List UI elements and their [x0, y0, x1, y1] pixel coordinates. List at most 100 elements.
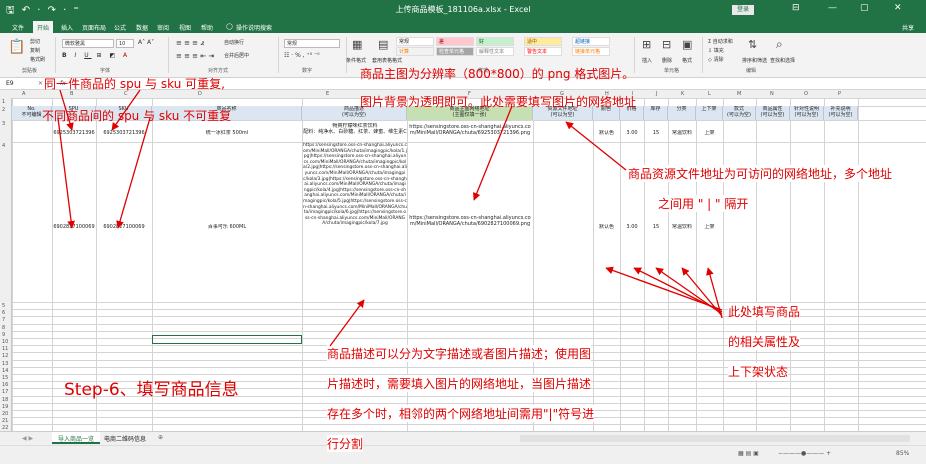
wrap-text-button[interactable]: 自动换行: [224, 39, 244, 46]
column-header-p[interactable]: P: [838, 91, 841, 97]
row-header[interactable]: 21: [2, 418, 8, 424]
minimize-button[interactable]: —: [828, 3, 837, 13]
cell-product-name[interactable]: 统一冰红茶 500ml: [152, 130, 302, 136]
name-box[interactable]: E9: [6, 80, 14, 87]
cell-image-url[interactable]: https://sensingstore.oss-cn-shanghai.ali…: [408, 215, 532, 227]
font-name-select[interactable]: 微软雅黑: [62, 39, 114, 48]
tab-data[interactable]: 数据: [136, 23, 148, 32]
format-painter-button[interactable]: 格式刷: [30, 56, 45, 63]
fill-button[interactable]: ⇩ 填充: [708, 47, 724, 54]
share-button[interactable]: 共享: [902, 23, 914, 32]
sheet-nav-icon[interactable]: ◀ ▶: [22, 435, 33, 442]
row-header[interactable]: 10: [2, 339, 8, 345]
row-header[interactable]: 15: [2, 375, 8, 381]
style-cell[interactable]: 链接单元格: [572, 47, 610, 56]
style-cell[interactable]: 检查单元格: [436, 47, 474, 56]
tab-page-layout[interactable]: 页面布局: [82, 23, 106, 32]
row-header[interactable]: 3: [2, 121, 5, 127]
row-header[interactable]: 1: [2, 99, 5, 105]
column-header-j[interactable]: J: [656, 91, 657, 97]
number-format-icons[interactable]: ☷ · % , ⁺⁰ ⁻⁰: [284, 52, 320, 59]
cell-sku[interactable]: 6902827100069: [96, 224, 152, 230]
cell-spu[interactable]: 6902827100069: [52, 224, 96, 230]
tell-me-search[interactable]: 操作说明搜索: [236, 23, 272, 32]
format-cells-icon[interactable]: ▣: [682, 38, 692, 51]
cell-category[interactable]: 常温饮料: [668, 130, 696, 136]
cell-price[interactable]: 3.00: [620, 130, 644, 136]
cell-stock[interactable]: 15: [644, 130, 668, 136]
column-header-o[interactable]: O: [804, 91, 808, 97]
cell-shelf[interactable]: 上架: [696, 130, 723, 136]
cell-color[interactable]: 默认色: [593, 224, 620, 230]
column-header-e[interactable]: E: [326, 91, 329, 97]
tab-insert[interactable]: 插入: [61, 23, 73, 32]
align-icons[interactable]: ≡ ≡ ≡ ⦨: [176, 39, 204, 48]
row-header[interactable]: 19: [2, 404, 8, 410]
conditional-format-icon[interactable]: ▦: [352, 38, 362, 51]
ribbon-display-icon[interactable]: ⊟: [792, 3, 800, 13]
close-button[interactable]: ✕: [894, 3, 902, 13]
maximize-button[interactable]: ▢: [860, 3, 869, 13]
row-header[interactable]: 5: [2, 303, 5, 309]
cell-shelf[interactable]: 上架: [696, 224, 723, 230]
find-select-button[interactable]: 查找和选择: [770, 57, 795, 64]
style-cell[interactable]: 警告文本: [524, 47, 562, 56]
merge-center-button[interactable]: 合并后居中: [224, 52, 249, 59]
row-header[interactable]: 12: [2, 353, 8, 359]
tab-review[interactable]: 审阅: [157, 23, 169, 32]
delete-cells-icon[interactable]: ⊟: [662, 38, 671, 51]
table-format-button[interactable]: 套用表格格式: [372, 57, 402, 64]
table-format-icon[interactable]: ▤: [378, 38, 388, 51]
cell-product-name[interactable]: 百事可乐 600ML: [152, 224, 302, 230]
style-cell[interactable]: 解释性文本: [476, 47, 514, 56]
row-header[interactable]: 17: [2, 389, 8, 395]
sort-filter-icon[interactable]: ⇅: [748, 38, 757, 51]
login-button[interactable]: 登录: [732, 5, 754, 15]
sheet-tab-import[interactable]: 导入商品一览: [52, 432, 101, 444]
row-header[interactable]: 13: [2, 361, 8, 367]
add-sheet-icon[interactable]: ⊕: [158, 434, 163, 441]
find-select-icon[interactable]: ⌕: [776, 37, 783, 52]
row-header[interactable]: 20: [2, 411, 8, 417]
format-cells-button[interactable]: 格式: [682, 57, 692, 64]
zoom-level[interactable]: 85%: [896, 450, 909, 457]
style-cell[interactable]: 超链接: [572, 37, 610, 46]
cell-spu[interactable]: 6925303721396: [52, 130, 96, 136]
tab-help[interactable]: 帮助: [201, 23, 213, 32]
zoom-slider[interactable]: −———●——— +: [778, 450, 831, 457]
tab-file[interactable]: 文件: [12, 23, 24, 32]
column-header-n[interactable]: N: [770, 91, 774, 97]
row-header[interactable]: 11: [2, 346, 8, 352]
row-header[interactable]: 2: [2, 107, 5, 113]
style-cell[interactable]: 好: [476, 37, 514, 46]
font-grow-icon[interactable]: A˄ A˅: [138, 39, 154, 46]
selected-cell[interactable]: [152, 335, 302, 344]
tab-view[interactable]: 视图: [179, 23, 191, 32]
cell-category[interactable]: 常温饮料: [668, 224, 696, 230]
column-header-a[interactable]: A: [22, 91, 25, 97]
tab-home[interactable]: 开始: [33, 21, 54, 33]
row-header[interactable]: 6: [2, 310, 5, 316]
cell-color[interactable]: 默认色: [593, 130, 620, 136]
row-header[interactable]: 7: [2, 317, 5, 323]
row-header[interactable]: 9: [2, 332, 5, 338]
row-header[interactable]: 8: [2, 325, 5, 331]
sheet-tab-qrcode[interactable]: 电商二维码信息: [104, 434, 146, 443]
view-icons[interactable]: ▦ ▤ ▣: [738, 450, 759, 457]
number-format-select[interactable]: 常规: [284, 39, 340, 48]
column-header-k[interactable]: K: [681, 91, 684, 97]
cell-stock[interactable]: 15: [644, 224, 668, 230]
cell-description[interactable]: 畅爽柠檬味红茶饮料 配料：纯净水、白砂糖、红茶、蜂蜜、维生素C: [303, 123, 407, 135]
font-size-select[interactable]: 10: [116, 39, 134, 48]
align-icons-2[interactable]: ≡ ≡ ≡ ⇤ ⇥: [176, 52, 214, 60]
cell-sku[interactable]: 6925303721396: [96, 130, 152, 136]
paste-icon[interactable]: 📋: [8, 39, 25, 55]
horizontal-scrollbar[interactable]: [520, 435, 910, 442]
column-header-m[interactable]: M: [737, 91, 741, 97]
row-header[interactable]: 16: [2, 382, 8, 388]
style-cell[interactable]: 常规: [396, 37, 434, 46]
column-header-l[interactable]: L: [708, 91, 711, 97]
autosum-button[interactable]: Σ 自动求和: [708, 38, 733, 45]
conditional-format-button[interactable]: 条件格式: [346, 57, 366, 64]
tab-formulas[interactable]: 公式: [114, 23, 126, 32]
